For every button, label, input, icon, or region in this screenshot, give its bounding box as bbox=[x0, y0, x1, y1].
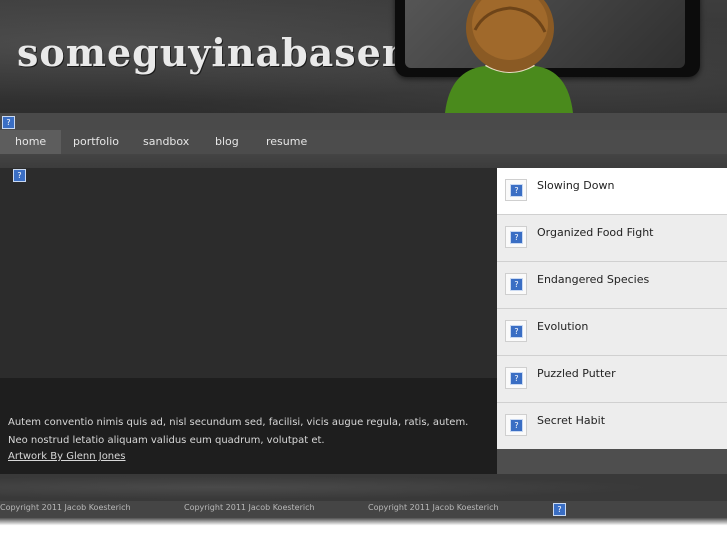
thumbnail: ? bbox=[505, 367, 527, 389]
caption-text: Autem conventio nimis quis ad, nisl secu… bbox=[8, 417, 469, 446]
broken-image-icon: ? bbox=[510, 231, 523, 244]
list-item[interactable]: ? Evolution bbox=[497, 309, 727, 356]
thumbnail: ? bbox=[505, 226, 527, 248]
list-item[interactable]: ? Secret Habit bbox=[497, 403, 727, 450]
nav-underline-band bbox=[0, 154, 727, 168]
nav-resume[interactable]: resume bbox=[251, 130, 322, 154]
site-header: someguyinabasement bbox=[0, 0, 727, 113]
footer-texture bbox=[0, 474, 727, 501]
broken-image-icon: ? bbox=[2, 116, 15, 129]
artwork-list: ? Slowing Down ? Organized Food Fight ? … bbox=[497, 168, 727, 450]
copyright-text: Copyright 2011 Jacob Koesterich bbox=[184, 503, 315, 512]
thumbnail: ? bbox=[505, 179, 527, 201]
broken-image-icon: ? bbox=[510, 184, 523, 197]
thumbnail: ? bbox=[505, 273, 527, 295]
list-item-title: Secret Habit bbox=[537, 414, 606, 427]
thumbnail: ? bbox=[505, 414, 527, 436]
nav-home[interactable]: home bbox=[0, 130, 62, 154]
broken-image-icon: ? bbox=[510, 325, 523, 338]
broken-image-icon: ? bbox=[510, 419, 523, 432]
copyright-text: Copyright 2011 Jacob Koesterich bbox=[0, 503, 131, 512]
page-bottom bbox=[0, 517, 727, 545]
broken-image-icon: ? bbox=[553, 503, 566, 516]
thumbnail: ? bbox=[505, 320, 527, 342]
person-illustration bbox=[445, 0, 573, 113]
artwork-credit-link[interactable]: Artwork By Glenn Jones bbox=[8, 450, 126, 464]
list-item[interactable]: ? Puzzled Putter bbox=[497, 356, 727, 403]
nav-portfolio[interactable]: portfolio bbox=[58, 130, 134, 154]
broken-image-icon: ? bbox=[13, 169, 26, 182]
list-item-title: Endangered Species bbox=[537, 273, 650, 286]
list-item-title: Puzzled Putter bbox=[537, 367, 616, 380]
broken-image-icon: ? bbox=[510, 278, 523, 291]
list-item-title: Organized Food Fight bbox=[537, 226, 654, 239]
artwork-caption: Autem conventio nimis quis ad, nisl secu… bbox=[0, 378, 497, 474]
copyright-text: Copyright 2011 Jacob Koesterich bbox=[368, 503, 499, 512]
broken-image-icon: ? bbox=[510, 372, 523, 385]
list-item[interactable]: ? Endangered Species bbox=[497, 262, 727, 309]
site-footer: Copyright 2011 Jacob Koesterich Copyrigh… bbox=[0, 501, 727, 517]
nav-sandbox[interactable]: sandbox bbox=[128, 130, 204, 154]
featured-artwork: ? bbox=[0, 168, 497, 378]
list-item[interactable]: ? Organized Food Fight bbox=[497, 215, 727, 262]
list-item-title: Evolution bbox=[537, 320, 589, 333]
nav-blog[interactable]: blog bbox=[200, 130, 254, 154]
list-item[interactable]: ? Slowing Down bbox=[497, 168, 727, 215]
main-nav: home portfolio sandbox blog resume bbox=[0, 130, 727, 154]
sidebar-footer bbox=[497, 449, 727, 474]
list-item-title: Slowing Down bbox=[537, 179, 615, 192]
